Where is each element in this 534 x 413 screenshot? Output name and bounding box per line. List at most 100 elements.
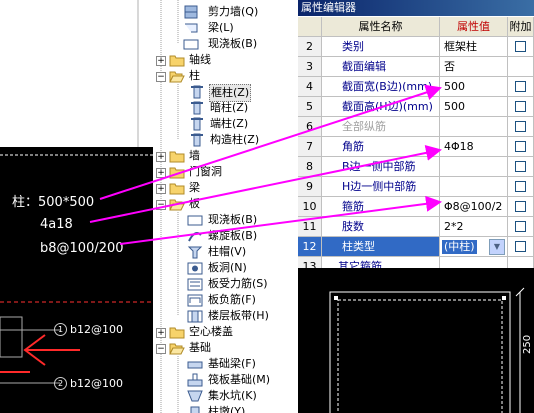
property-add-cell <box>508 137 534 156</box>
tree-item-label: 集水坑(K) <box>208 389 257 402</box>
tree-item-floor-strip[interactable]: 楼层板带(H) <box>153 308 298 324</box>
tree-item-label: 柱 <box>189 69 200 82</box>
neg-rebar-icon <box>187 294 203 307</box>
property-row-selected[interactable]: 12 柱类型 (中柱) ▼ <box>298 237 534 257</box>
component-tree[interactable]: 剪力墙(Q) 梁(L) 现浇板(B) + 轴线 − 柱 框柱(Z) 暗柱(Z) … <box>153 0 298 413</box>
section-preview-drawing <box>329 287 525 413</box>
row-number: 4 <box>298 77 322 96</box>
tree-item-beam-group[interactable]: + 梁 <box>153 180 298 196</box>
header-name: 属性名称 <box>322 17 440 36</box>
property-row[interactable]: 2 类别 框架柱 <box>298 37 534 57</box>
tree-item-column-cap[interactable]: 柱帽(V) <box>153 244 298 260</box>
add-checkbox[interactable] <box>515 81 526 92</box>
folder-open-icon <box>169 343 185 355</box>
tree-item-label: 螺旋板(B) <box>208 229 258 242</box>
tree-item-label: 柱墩(Y) <box>208 405 246 413</box>
tree-item-slab-hole[interactable]: 板洞(N) <box>153 260 298 276</box>
property-row[interactable]: 9 H边一侧中部筋 <box>298 177 534 197</box>
tree-item-label: 板负筋(F) <box>208 293 256 306</box>
expand-icon[interactable]: + <box>156 168 166 178</box>
tree-item-foundation-beam[interactable]: 基础梁(F) <box>153 356 298 372</box>
add-checkbox[interactable] <box>515 141 526 152</box>
add-checkbox[interactable] <box>515 201 526 212</box>
raft-icon <box>187 373 203 387</box>
add-checkbox[interactable] <box>515 41 526 52</box>
tree-item-construct-column[interactable]: 构造柱(Z) <box>153 132 298 148</box>
expand-icon[interactable]: + <box>156 184 166 194</box>
cad-drawing[interactable]: 柱：500*500 4a18 b8@100/200 1 b12@100 2 b1… <box>0 147 153 413</box>
property-row[interactable]: 4 截面宽(B边)(mm) 500 <box>298 77 534 97</box>
tree-item-shear-wall[interactable]: 剪力墙(Q) <box>153 4 298 20</box>
add-checkbox[interactable] <box>515 161 526 172</box>
tree-item-cast-slab[interactable]: 现浇板(B) <box>153 212 298 228</box>
tree-item-sump[interactable]: 集水坑(K) <box>153 388 298 404</box>
expand-icon[interactable]: + <box>156 328 166 338</box>
tree-item-slab[interactable]: 现浇板(B) <box>153 36 298 52</box>
tree-item-slab-group[interactable]: − 板 <box>153 196 298 212</box>
property-value-dropdown[interactable]: (中柱) ▼ <box>440 237 508 256</box>
expand-icon[interactable]: + <box>156 56 166 66</box>
tree-item-column-group[interactable]: − 柱 <box>153 68 298 84</box>
collapse-icon[interactable]: − <box>156 200 166 210</box>
property-value[interactable] <box>440 157 508 176</box>
property-row[interactable]: 6 全部纵筋 <box>298 117 534 137</box>
tree-item-frame-column[interactable]: 框柱(Z) <box>153 84 298 102</box>
tree-item-label: 轴线 <box>189 53 211 66</box>
property-row[interactable]: 11 肢数 2*2 <box>298 217 534 237</box>
property-value[interactable]: 框架柱 <box>440 37 508 56</box>
slab-icon <box>187 215 203 226</box>
add-checkbox[interactable] <box>515 221 526 232</box>
property-row[interactable]: 10 箍筋 Φ8@100/2 <box>298 197 534 217</box>
property-row[interactable]: 7 角筋 4Φ18 <box>298 137 534 157</box>
property-row[interactable]: 8 B边一侧中部筋 <box>298 157 534 177</box>
tree-item-slab-rebar[interactable]: 板受力筋(S) <box>153 276 298 292</box>
property-name: 角筋 <box>322 137 440 156</box>
tree-item-hidden-column[interactable]: 暗柱(Z) <box>153 100 298 116</box>
property-value[interactable]: 2*2 <box>440 217 508 236</box>
tree-item-wall-group[interactable]: + 墙 <box>153 148 298 164</box>
tree-item-label: 柱帽(V) <box>208 245 247 258</box>
property-value[interactable]: 否 <box>440 57 508 76</box>
tree-item-label: 构造柱(Z) <box>210 133 260 146</box>
property-value[interactable]: 500 <box>440 97 508 116</box>
property-value[interactable] <box>440 177 508 196</box>
cad-edge <box>137 0 139 147</box>
expand-icon[interactable]: + <box>156 152 166 162</box>
property-value[interactable]: 500 <box>440 77 508 96</box>
tree-item-raft[interactable]: 筏板基础(M) <box>153 372 298 388</box>
property-name: B边一侧中部筋 <box>322 157 440 176</box>
property-value[interactable] <box>440 117 508 136</box>
tree-item-pier[interactable]: 柱墩(Y) <box>153 404 298 413</box>
tree-item-label: 剪力墙(Q) <box>208 5 259 18</box>
row-number: 9 <box>298 177 322 196</box>
cad-lines <box>0 154 153 384</box>
collapse-icon[interactable]: − <box>156 72 166 82</box>
add-checkbox[interactable] <box>515 121 526 132</box>
beam-icon <box>185 23 198 33</box>
tree-item-end-column[interactable]: 端柱(Z) <box>153 116 298 132</box>
property-value[interactable]: 4Φ18 <box>440 137 508 156</box>
tree-item-openings[interactable]: + 门窗洞 <box>153 164 298 180</box>
tree-item-label: 现浇板(B) <box>208 37 258 50</box>
add-checkbox[interactable] <box>515 181 526 192</box>
property-editor[interactable]: 属性编辑器 属性名称 属性值 附加 2 类别 框架柱 3 截面编辑 否 4 截面… <box>298 0 534 413</box>
collapse-icon[interactable]: − <box>156 344 166 354</box>
folder-open-icon <box>169 71 185 83</box>
tree-item-beam[interactable]: 梁(L) <box>153 20 298 36</box>
cad-callout-1: 1 <box>54 323 67 336</box>
property-value[interactable]: Φ8@100/2 <box>440 197 508 216</box>
row-number: 5 <box>298 97 322 116</box>
tree-item-foundation-group[interactable]: − 基础 <box>153 340 298 356</box>
tree-item-spiral-slab[interactable]: 螺旋板(B) <box>153 228 298 244</box>
tree-item-axis[interactable]: + 轴线 <box>153 52 298 68</box>
column-icon <box>191 133 203 147</box>
tree-item-slab-neg-rebar[interactable]: 板负筋(F) <box>153 292 298 308</box>
row-number: 6 <box>298 117 322 136</box>
property-row[interactable]: 3 截面编辑 否 <box>298 57 534 77</box>
add-checkbox[interactable] <box>515 101 526 112</box>
tree-item-label: 暗柱(Z) <box>210 101 249 114</box>
property-row[interactable]: 5 截面高(H边)(mm) 500 <box>298 97 534 117</box>
tree-item-hollow-floor[interactable]: + 空心楼盖 <box>153 324 298 340</box>
chevron-down-icon[interactable]: ▼ <box>489 239 505 255</box>
add-checkbox[interactable] <box>515 241 526 252</box>
